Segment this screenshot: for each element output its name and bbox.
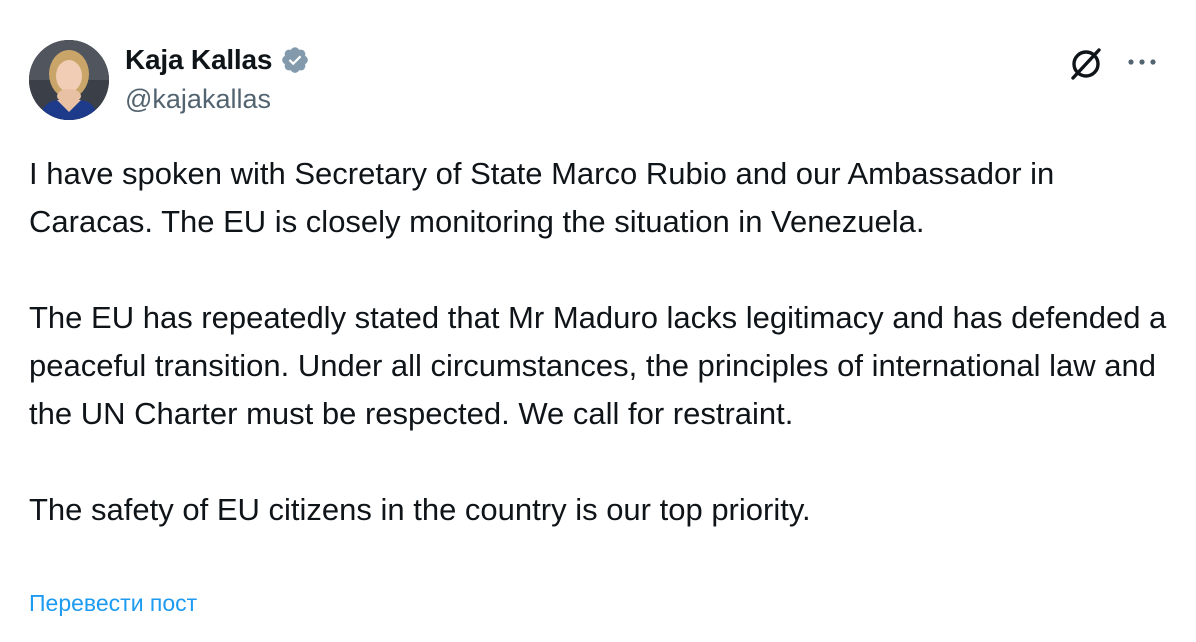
avatar-photo: [29, 40, 109, 120]
author-name-row: Kaja Kallas: [125, 42, 310, 78]
grok-icon[interactable]: [1066, 44, 1106, 84]
author-display-name[interactable]: Kaja Kallas: [125, 44, 272, 76]
post-paragraph: The EU has repeatedly stated that Mr Mad…: [29, 300, 1167, 431]
avatar[interactable]: [29, 40, 109, 120]
post-text: I have spoken with Secretary of State Ma…: [29, 150, 1169, 534]
author-handle[interactable]: @kajakallas: [125, 84, 271, 115]
more-options-icon[interactable]: [1124, 48, 1160, 76]
translate-post-link[interactable]: Перевести пост: [29, 590, 197, 617]
verified-badge-icon: [280, 45, 310, 75]
tweet-card: Kaja Kallas @kajakallas I have spoken wi…: [0, 0, 1196, 642]
post-paragraph: I have spoken with Secretary of State Ma…: [29, 156, 1055, 239]
post-paragraph: The safety of EU citizens in the country…: [29, 492, 811, 527]
